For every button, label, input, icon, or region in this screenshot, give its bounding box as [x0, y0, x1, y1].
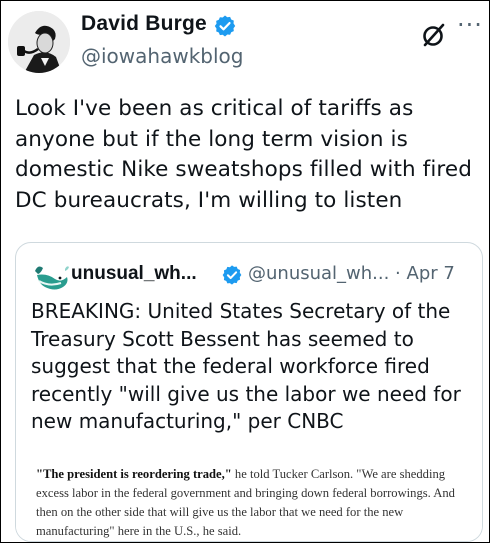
article-excerpt-bold: "The president is reordering trade,": [36, 467, 232, 481]
quoted-tweet-text: BREAKING: United States Secretary of the…: [31, 299, 461, 433]
quoted-article-image[interactable]: "The president is reordering trade," he …: [16, 451, 482, 541]
author-handle[interactable]: @iowahawkblog: [81, 44, 243, 68]
quoted-author-name[interactable]: unusual_wh...: [71, 263, 197, 285]
post-text: Look I've been as critical of tariffs as…: [15, 96, 472, 213]
avatar-man-with-pipe-icon: [8, 11, 70, 73]
verified-badge-icon: [214, 15, 236, 37]
more-horizontal-icon[interactable]: ···: [457, 13, 483, 37]
author-name[interactable]: David Burge: [81, 12, 207, 36]
whale-icon: [35, 266, 69, 290]
tweet-card: David Burge @iowahawkblog ··· Look I've …: [0, 0, 490, 543]
article-excerpt: "The president is reordering trade," he …: [36, 465, 466, 541]
quoted-tweet-card[interactable]: unusual_wh... @unusual_wh... · Apr 7 BRE…: [15, 242, 483, 542]
grok-icon[interactable]: [420, 21, 448, 49]
verified-badge-icon: [222, 265, 242, 285]
quoted-handle-and-date[interactable]: @unusual_wh... · Apr 7: [248, 263, 455, 284]
author-avatar[interactable]: [8, 11, 70, 73]
